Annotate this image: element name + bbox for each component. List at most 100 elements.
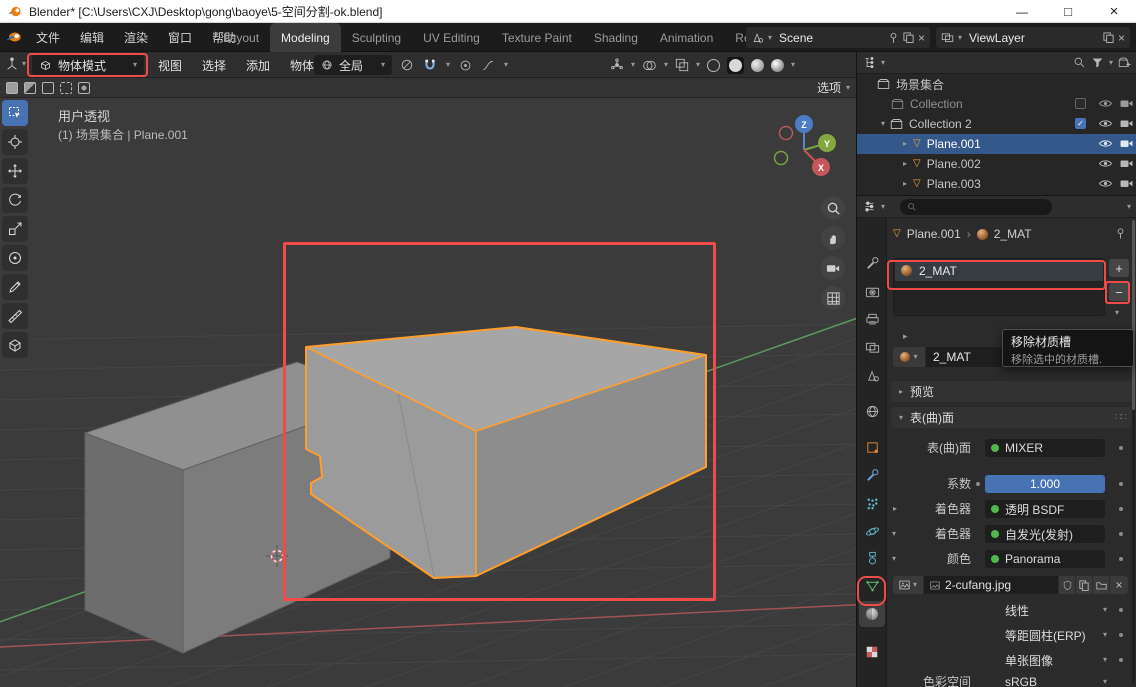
disclosure-icon[interactable]: ▾: [881, 120, 885, 128]
material-browse-button[interactable]: ▾: [893, 347, 925, 367]
panel-preview-header[interactable]: ▸ 预览: [891, 381, 1134, 402]
close-button[interactable]: ×: [1092, 0, 1136, 23]
outliner-row-plane-001[interactable]: ▸ ▽ Plane.001: [857, 134, 1136, 154]
shading-material-button[interactable]: [751, 59, 764, 72]
tab-world[interactable]: [859, 398, 885, 424]
properties-search-field[interactable]: [900, 199, 1052, 215]
shader1-dropdown[interactable]: 透明 BSDF: [985, 500, 1105, 518]
eye-icon[interactable]: [1099, 139, 1112, 148]
shading-solid-button[interactable]: [727, 57, 744, 74]
eye-icon[interactable]: [1099, 119, 1112, 128]
outliner-item-label[interactable]: Plane.003: [927, 177, 981, 191]
tab-material[interactable]: [859, 601, 885, 627]
camera-icon[interactable]: [1120, 159, 1133, 168]
xray-caret-icon[interactable]: ▾: [696, 61, 700, 69]
decorator-dot[interactable]: [1119, 532, 1123, 536]
decorator-dot[interactable]: [1119, 608, 1123, 612]
zoom-button[interactable]: [821, 196, 845, 220]
outliner-item-label[interactable]: Plane.002: [927, 157, 981, 171]
tool-add-primitive[interactable]: [2, 332, 28, 358]
tab-texture[interactable]: [859, 639, 885, 665]
colorspace-dropdown[interactable]: sRGB ▾: [999, 673, 1113, 687]
tool-cursor[interactable]: [2, 129, 28, 155]
minimize-button[interactable]: —: [1000, 0, 1044, 23]
tab-tool[interactable]: [859, 250, 885, 276]
collection-checkbox[interactable]: ✓: [1075, 118, 1086, 129]
options-dropdown[interactable]: 选项 ▾: [817, 79, 850, 96]
new-collection-icon[interactable]: [1118, 56, 1131, 69]
new-viewlayer-icon[interactable]: [1103, 32, 1114, 43]
mode-dropdown[interactable]: 物体模式 ▾: [32, 55, 144, 75]
pin-id-icon[interactable]: [1115, 227, 1126, 240]
material-slot-item[interactable]: 2_MAT: [895, 260, 1103, 281]
outliner-row-scene-collection[interactable]: 场景集合: [857, 74, 1136, 94]
gizmo-caret-icon[interactable]: ▾: [631, 61, 635, 69]
snapping-magnet-icon[interactable]: [423, 58, 437, 72]
shading-caret-icon[interactable]: ▾: [791, 61, 795, 69]
disclosure-icon[interactable]: ▸: [903, 160, 907, 168]
image-unlink-button[interactable]: ×: [1110, 576, 1128, 594]
tab-output[interactable]: [859, 306, 885, 332]
breadcrumb-object[interactable]: Plane.001: [907, 227, 961, 241]
show-overlays-icon[interactable]: [642, 59, 657, 72]
new-scene-icon[interactable]: [903, 32, 914, 43]
menu-edit[interactable]: 编辑: [70, 29, 114, 46]
decorator-dot[interactable]: [1119, 658, 1123, 662]
properties-editor-icon[interactable]: [863, 200, 876, 213]
panel-drag-dots-icon[interactable]: ∷∷: [1115, 412, 1126, 423]
pan-hand-button[interactable]: [821, 226, 845, 250]
viewlayer-name[interactable]: ViewLayer: [966, 31, 1099, 45]
editor-type-button[interactable]: ▾: [5, 57, 26, 71]
tool-annotate[interactable]: [2, 274, 28, 300]
snap-toggle-icon[interactable]: [400, 58, 414, 72]
properties-editor-caret-icon[interactable]: ▾: [881, 203, 885, 211]
camera-icon[interactable]: [1120, 139, 1133, 148]
shader2-dropdown[interactable]: 自发光(发射): [985, 525, 1105, 543]
decorator-dot[interactable]: [1119, 482, 1123, 486]
eye-icon[interactable]: [1099, 159, 1112, 168]
tab-particles[interactable]: [859, 490, 885, 516]
eye-icon[interactable]: [1099, 99, 1112, 108]
outliner-item-label[interactable]: Collection: [910, 97, 963, 111]
filter-caret-icon[interactable]: ▾: [1109, 59, 1113, 67]
tool-rotate[interactable]: [2, 187, 28, 213]
outliner-row-collection[interactable]: Collection: [857, 94, 1136, 114]
tab-physics[interactable]: [859, 518, 885, 544]
tab-layout[interactable]: Layout: [212, 23, 270, 52]
tool-transform[interactable]: [2, 245, 28, 271]
select-mode-new-icon[interactable]: [6, 82, 18, 94]
pin-icon[interactable]: [888, 32, 899, 44]
tab-object-data[interactable]: [859, 572, 885, 598]
tool-select-box[interactable]: [2, 100, 28, 126]
tab-scene[interactable]: [859, 362, 885, 388]
viewport-3d-scene[interactable]: Z Y X: [0, 52, 856, 687]
unlink-scene-icon[interactable]: ×: [918, 31, 925, 45]
expand-arrow-icon[interactable]: ▸: [903, 332, 908, 341]
select-mode-intersect-icon[interactable]: [78, 82, 90, 94]
maximize-button[interactable]: □: [1046, 0, 1090, 23]
gizmo-neg-y[interactable]: [775, 152, 788, 165]
overlays-caret-icon[interactable]: ▾: [664, 61, 668, 69]
show-gizmo-icon[interactable]: [610, 58, 624, 72]
viewlayer-browse-caret-icon[interactable]: ▾: [958, 34, 962, 42]
camera-icon[interactable]: [1120, 119, 1133, 128]
outliner-item-label[interactable]: Collection 2: [909, 117, 972, 131]
decorator-dot[interactable]: [1119, 557, 1123, 561]
panel-surface-header[interactable]: ▾ 表(曲)面 ∷∷: [891, 407, 1134, 428]
decorator-dot[interactable]: [1119, 633, 1123, 637]
projection-dropdown[interactable]: 等距圆柱(ERP) ▾: [999, 626, 1113, 644]
tab-constraints[interactable]: [859, 545, 885, 571]
tab-modeling[interactable]: Modeling: [270, 23, 341, 52]
color-dropdown[interactable]: Panorama: [985, 550, 1105, 568]
tab-render[interactable]: [859, 278, 885, 304]
menu-file[interactable]: 文件: [26, 29, 70, 46]
add-material-slot-button[interactable]: +: [1109, 259, 1129, 277]
menu-select[interactable]: 选择: [192, 57, 236, 74]
falloff-caret-icon[interactable]: ▾: [504, 61, 508, 69]
keyframe-dot[interactable]: [976, 482, 980, 486]
disclosure-icon[interactable]: ▸: [903, 180, 907, 188]
shading-wireframe-button[interactable]: [707, 59, 720, 72]
falloff-curve-icon[interactable]: [481, 59, 495, 72]
tab-object[interactable]: [859, 434, 885, 460]
source-dropdown[interactable]: 单张图像 ▾: [999, 651, 1113, 669]
